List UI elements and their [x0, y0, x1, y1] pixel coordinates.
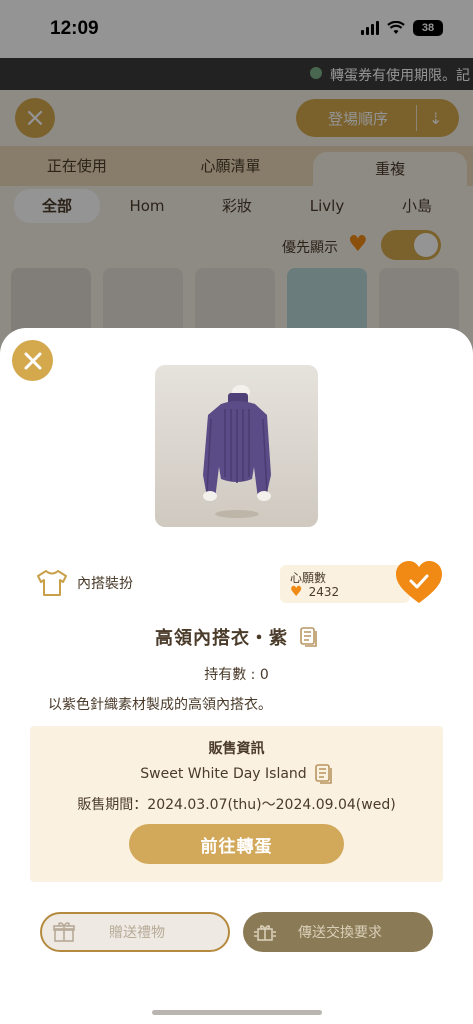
- shirt-icon: [37, 570, 67, 596]
- sale-period: 販售期間：2024.03.07(thu)～2024.09.04(wed): [77, 797, 396, 813]
- gift-icon: [53, 922, 75, 942]
- send-trade-request-button[interactable]: 傳送交換要求: [243, 912, 433, 952]
- item-detail-sheet: 內搭裝扮 心願數 ♥ 2432 高領內搭衣・紫 持有數 : 0 以紫色針織素材製…: [0, 328, 473, 1024]
- send-gift-label: 贈送禮物: [109, 925, 165, 941]
- sale-info-panel: 販售資訊 Sweet White Day Island 販售期間：2024.03…: [30, 726, 443, 882]
- sale-title: 販售資訊: [208, 741, 265, 757]
- category-label: 內搭裝扮: [77, 576, 133, 592]
- sale-island: Sweet White Day Island: [140, 766, 307, 782]
- item-category: 內搭裝扮: [35, 568, 133, 598]
- send-gift-button[interactable]: 贈送禮物: [40, 912, 230, 952]
- close-button[interactable]: [12, 340, 53, 381]
- wishlist-heart-button[interactable]: [394, 559, 444, 605]
- copy-icon[interactable]: [300, 627, 318, 647]
- sale-island-row: Sweet White Day Island: [30, 764, 443, 784]
- turtleneck-sweater-illustration: [203, 385, 271, 518]
- send-trade-request-label: 傳送交換要求: [298, 925, 382, 941]
- item-name: 高領內搭衣・紫: [155, 628, 288, 649]
- wish-count-row: ♥ 2432: [290, 585, 339, 599]
- wish-count-box: 心願數 ♥ 2432: [280, 565, 410, 603]
- wish-count: 2432: [308, 585, 340, 599]
- item-image: [155, 365, 318, 527]
- heart-icon: ♥: [290, 584, 303, 600]
- close-icon: [24, 352, 41, 369]
- owned-count: 持有數 : 0: [204, 667, 269, 683]
- item-description: 以紫色針織素材製成的高領內搭衣。: [48, 697, 272, 713]
- copy-icon[interactable]: [314, 764, 333, 784]
- trade-icon: [254, 925, 276, 941]
- go-to-gacha-button[interactable]: 前往轉蛋: [129, 824, 344, 864]
- home-indicator[interactable]: [152, 1010, 322, 1015]
- item-title-row: 高領內搭衣・紫: [0, 624, 473, 650]
